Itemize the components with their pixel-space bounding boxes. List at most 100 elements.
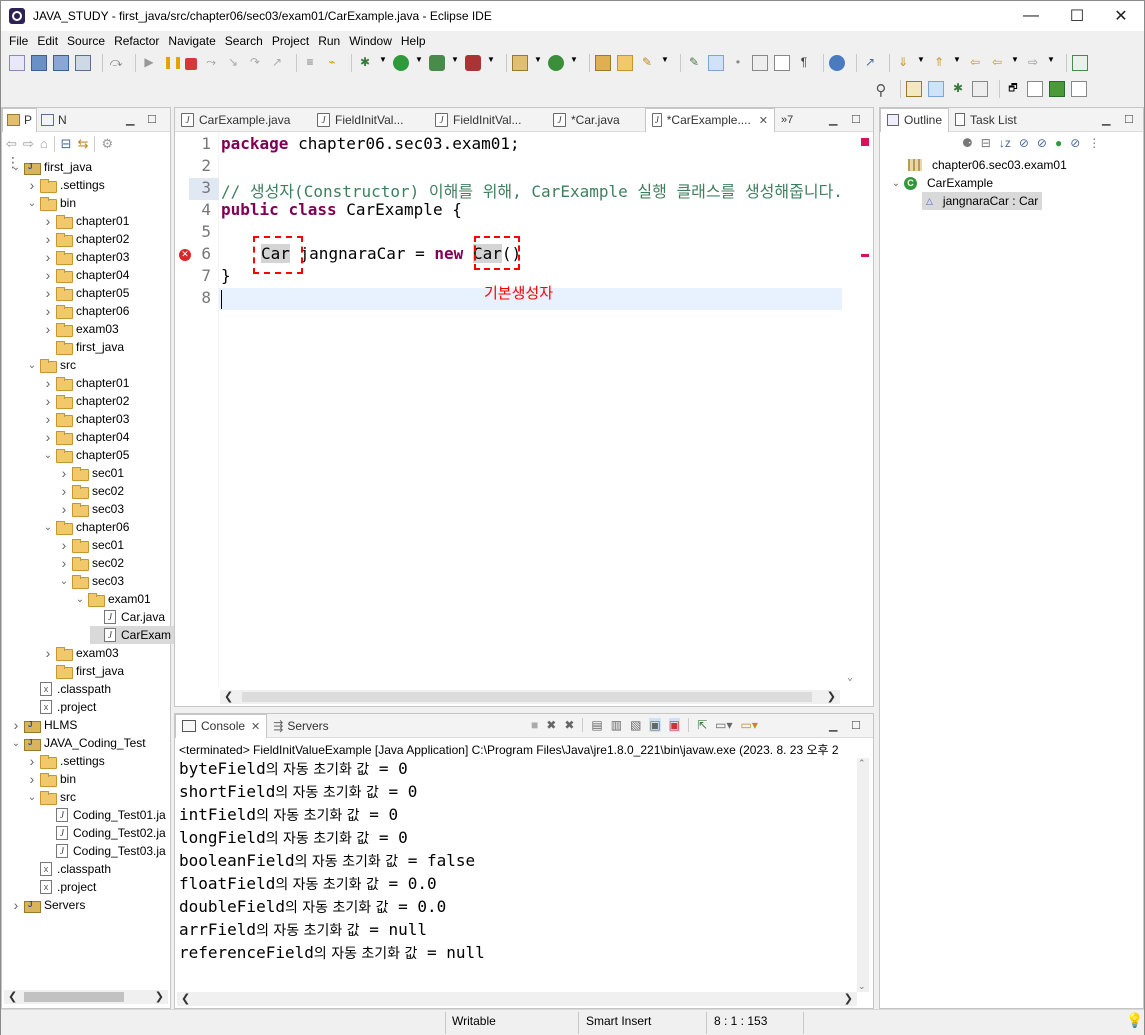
tab-outline[interactable]: Outline xyxy=(880,107,950,132)
tree-item[interactable]: first_java xyxy=(42,662,124,680)
tree-item[interactable]: › exam03 xyxy=(42,320,119,338)
code-editor[interactable]: 1 2 3 4 5 6 7 8 ✕ package chapter06.sec0… xyxy=(175,132,873,686)
forward-icon[interactable]: ⇨ xyxy=(23,136,34,152)
collapsed-chevron-icon[interactable]: › xyxy=(42,303,54,319)
remove-all-icon[interactable]: ✖ xyxy=(564,718,574,732)
tree-item[interactable]: › chapter03 xyxy=(42,410,129,428)
save-all-icon[interactable] xyxy=(53,55,69,71)
expanded-chevron-icon[interactable]: ⌄ xyxy=(10,162,22,173)
expand-icon[interactable]: ⌄ xyxy=(890,178,902,189)
status-insert-mode[interactable]: Smart Insert xyxy=(586,1014,651,1028)
console-output[interactable]: byteField의 자동 초기화 값 = 0 shortField의 자동 초기… xyxy=(179,758,485,965)
tree-item[interactable]: › chapter05 xyxy=(42,284,129,302)
collapsed-chevron-icon[interactable]: › xyxy=(42,231,54,247)
expanded-chevron-icon[interactable]: ⌄ xyxy=(74,594,86,605)
save-icon[interactable] xyxy=(31,55,47,71)
scrollbar-thumb[interactable] xyxy=(242,692,812,702)
disconnect-icon[interactable]: ⤳ xyxy=(203,55,219,71)
tab-task-list[interactable]: Task List xyxy=(949,108,1023,132)
tree-item[interactable]: › exam03 xyxy=(42,644,119,662)
menu-edit[interactable]: Edit xyxy=(37,31,58,51)
minimize-view-icon[interactable]: ▁ xyxy=(126,113,134,126)
new-icon[interactable] xyxy=(9,55,25,71)
restore-icon[interactable]: 🗗 xyxy=(1005,81,1021,97)
menu-search[interactable]: Search xyxy=(225,31,263,51)
print-icon[interactable] xyxy=(75,55,91,71)
run-icon[interactable] xyxy=(393,55,409,71)
tree-item[interactable]: x .project xyxy=(26,698,96,716)
editor-tab[interactable]: J FieldInitVal... xyxy=(311,108,429,132)
step-over-icon[interactable]: ↷ xyxy=(247,55,263,71)
dropdown-icon[interactable]: ▼ xyxy=(917,55,925,71)
green-book-icon[interactable] xyxy=(1049,81,1065,97)
scroll-right-icon[interactable]: ❯ xyxy=(844,992,853,1005)
minimize-button[interactable]: — xyxy=(1008,1,1054,31)
tab-navigator[interactable]: N xyxy=(37,108,71,132)
tree-item[interactable]: ⌄ first_java xyxy=(10,158,92,176)
next-annotation-icon[interactable]: ⇓ xyxy=(895,55,911,71)
tree-item[interactable]: J Car.java xyxy=(90,608,165,626)
scrollbar-thumb[interactable] xyxy=(24,992,124,1002)
collapsed-chevron-icon[interactable]: › xyxy=(42,321,54,337)
tree-item[interactable]: › chapter02 xyxy=(42,392,129,410)
debug-icon[interactable]: ✱ xyxy=(357,55,373,71)
collapsed-chevron-icon[interactable]: › xyxy=(42,393,54,409)
expanded-chevron-icon[interactable]: ⌄ xyxy=(58,576,70,587)
dropdown-icon[interactable]: ▼ xyxy=(534,55,542,71)
step-into-icon[interactable]: ↘ xyxy=(225,55,241,71)
explorer-horizontal-scrollbar[interactable]: ❮ ❯ xyxy=(4,990,168,1004)
tree-item[interactable]: x .classpath xyxy=(26,680,111,698)
expanded-chevron-icon[interactable]: ⌄ xyxy=(10,738,22,749)
collapsed-chevron-icon[interactable]: › xyxy=(42,429,54,445)
hide-fields-icon[interactable]: ⊘ xyxy=(1019,136,1029,150)
tab-overflow-button[interactable]: »7 xyxy=(775,108,805,132)
tree-item[interactable]: ⌄ sec03 xyxy=(58,572,124,590)
back-icon[interactable]: ⇦ xyxy=(6,136,17,152)
menu-file[interactable]: File xyxy=(9,31,28,51)
tab-servers[interactable]: ⇶ Servers xyxy=(267,714,334,738)
pin-editor-icon[interactable] xyxy=(1072,55,1088,71)
focus-icon[interactable]: ⚈ xyxy=(962,136,973,150)
dropdown-icon[interactable]: ▼ xyxy=(379,55,387,71)
menu-run[interactable]: Run xyxy=(318,31,340,51)
remove-launch-icon[interactable]: ✖ xyxy=(546,718,556,732)
tree-item[interactable]: › sec01 xyxy=(58,536,124,554)
search-tool-icon[interactable]: ✎ xyxy=(639,55,655,71)
debug-skip-icon[interactable]: ⤼ xyxy=(108,55,124,71)
prev-annotation-icon[interactable]: ⇑ xyxy=(931,55,947,71)
back-icon[interactable]: ⇦ xyxy=(989,55,1005,71)
annotation-icon[interactable]: ✎ xyxy=(686,55,702,71)
tree-item[interactable]: › sec02 xyxy=(58,482,124,500)
collapsed-chevron-icon[interactable]: › xyxy=(10,897,22,913)
console-vertical-scrollbar[interactable]: ⌃ ⌄ xyxy=(857,758,869,992)
external-tools-icon[interactable] xyxy=(465,55,481,71)
dropdown-icon[interactable]: ▼ xyxy=(570,55,578,71)
debug-perspective-icon[interactable]: ✱ xyxy=(950,81,966,97)
display-console-icon[interactable]: ▭▾ xyxy=(715,718,732,732)
editor-horizontal-scrollbar[interactable]: ❮ ❯ xyxy=(220,690,840,704)
tree-item[interactable]: ⌄ src xyxy=(26,788,76,806)
tree-item[interactable]: › .settings xyxy=(26,752,105,770)
collapsed-chevron-icon[interactable]: › xyxy=(42,249,54,265)
show-on-error-icon[interactable]: ▣ xyxy=(668,718,681,732)
menu-refactor[interactable]: Refactor xyxy=(114,31,159,51)
maximize-view-icon[interactable]: ☐ xyxy=(851,719,861,732)
java-perspective-icon[interactable] xyxy=(928,81,944,97)
menu-window[interactable]: Window xyxy=(349,31,392,51)
collapsed-chevron-icon[interactable]: › xyxy=(26,753,38,769)
filter-icon[interactable]: ⚙ xyxy=(101,136,113,152)
menu-help[interactable]: Help xyxy=(401,31,426,51)
tree-item[interactable]: ⌄ bin xyxy=(26,194,76,212)
collapse-all-icon[interactable]: ⊟ xyxy=(61,136,72,152)
panel-icon[interactable] xyxy=(1027,81,1043,97)
error-marker-icon[interactable]: ✕ xyxy=(179,249,191,261)
console-horizontal-scrollbar[interactable]: ❮ ❯ xyxy=(177,992,857,1006)
tree-item[interactable]: › HLMS xyxy=(10,716,77,734)
tree-item[interactable]: x .classpath xyxy=(26,860,111,878)
page-icon[interactable] xyxy=(1071,81,1087,97)
collapsed-chevron-icon[interactable]: › xyxy=(26,177,38,193)
tasks-icon[interactable]: ↗ xyxy=(862,55,878,71)
tips-bulb-icon[interactable]: 💡 xyxy=(1126,1012,1143,1029)
scroll-left-icon[interactable]: ❮ xyxy=(224,690,233,703)
minimize-view-icon[interactable]: ▁ xyxy=(829,719,837,732)
